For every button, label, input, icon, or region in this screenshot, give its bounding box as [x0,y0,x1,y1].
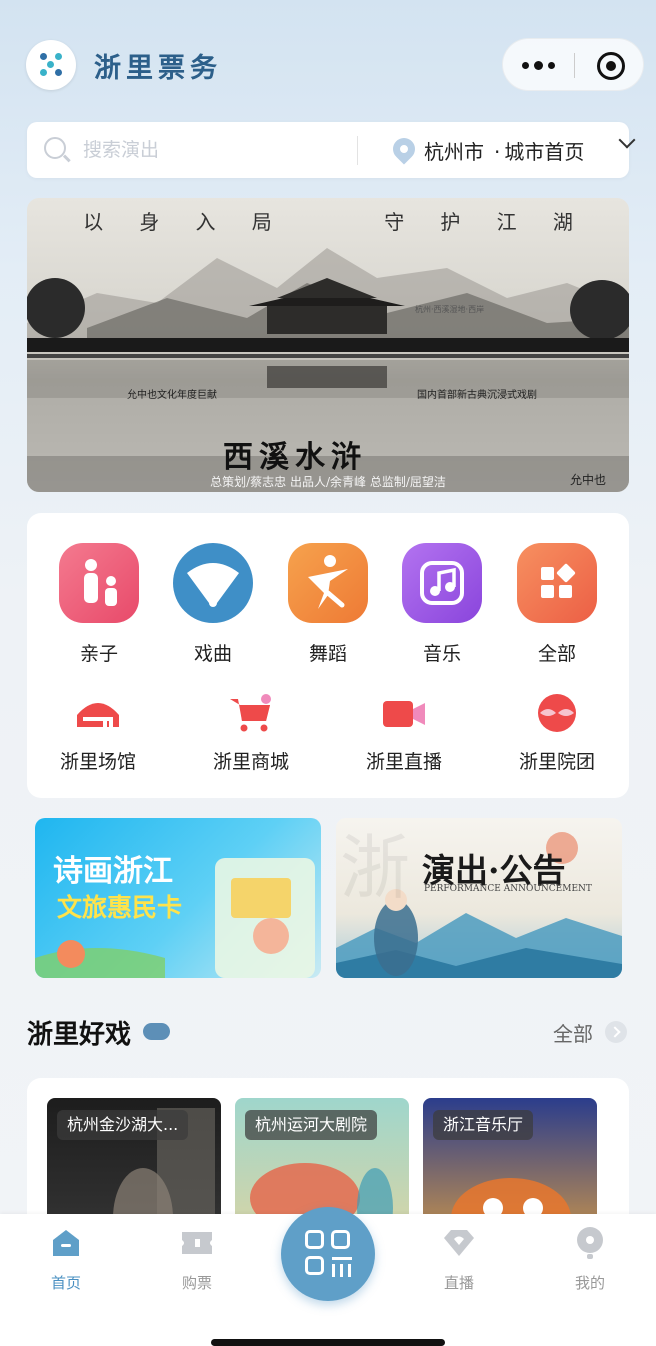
tab-live[interactable]: 直播 [419,1226,499,1293]
promo-title: 诗画浙江 [53,854,173,889]
chevron-down-icon[interactable] [618,131,636,149]
promo-subtitle: 文旅惠民卡 [57,893,183,922]
live-camera-icon [379,693,429,733]
all-grid-icon [517,543,597,623]
app-grid-icon [305,1230,324,1249]
section-more-link[interactable]: 全部 [553,1018,593,1047]
banner-show-title: 西溪水浒 [223,440,367,475]
parent-child-icon [59,543,139,623]
chevron-right-icon[interactable] [605,1021,627,1043]
category-all[interactable]: 全部 [507,543,607,666]
header: 浙里票务 [0,0,656,120]
home-icon [49,1226,83,1260]
venue-name: 杭州金沙湖大... [57,1110,189,1140]
category-label: 音乐 [422,643,461,665]
live-diamond-icon [442,1226,476,1260]
ticket-icon [180,1226,214,1260]
service-troupe[interactable]: 浙里院团 [487,693,627,774]
music-icon [402,543,482,623]
tab-label: 购票 [181,1274,212,1292]
venue-name: 杭州运河大剧院 [245,1110,378,1140]
city-name: 杭州市 [424,140,484,164]
venue-name: 浙江音乐厅 [433,1110,534,1140]
banner-subtitle-left: 允中也文化年度巨献 [127,390,217,401]
location-pin-icon [388,133,420,165]
tab-label: 我的 [574,1274,605,1292]
promo-announcement-card[interactable]: 浙 演出·公告 PERFORMANCE ANNOUNCEMENT [336,818,622,978]
category-label: 亲子 [79,643,118,665]
dance-icon [288,543,368,623]
more-menu-button[interactable] [503,39,573,92]
tab-label: 首页 [50,1274,81,1292]
tab-profile[interactable]: 我的 [550,1226,630,1293]
banner-credits: 总策划/蔡志忠 出品人/余青峰 总监制/屈望洁 [210,475,446,489]
category-label: 戏曲 [193,643,232,665]
search-icon [44,137,66,159]
hero-banner[interactable]: 以 身 入 局 守 护 江 湖 杭州·西溪湿地·西岸 允中也文化年度巨献 国内首… [27,198,629,492]
profile-icon [573,1226,607,1260]
service-mall[interactable]: 浙里商城 [181,693,321,774]
banner-subtitle-right: 国内首部新古典沉浸式戏剧 [417,390,537,401]
city-page-label: 城市首页 [504,140,585,164]
category-music[interactable]: 音乐 [392,543,492,666]
service-live[interactable]: 浙里直播 [334,693,474,774]
mini-program-capsule [502,38,644,91]
banner-motto: 以 身 入 局 守 护 江 湖 [83,210,573,234]
banner-location-tag: 杭州·西溪湿地·西岸 [415,305,485,314]
category-parent-child[interactable]: 亲子 [49,543,149,666]
category-label: 全部 [537,643,576,665]
tab-tickets[interactable]: 购票 [157,1226,237,1293]
service-label: 浙里院团 [518,751,595,773]
service-label: 浙里直播 [365,751,442,773]
opera-fan-icon [173,543,253,623]
close-program-button[interactable] [597,52,625,80]
service-label: 浙里场馆 [59,751,136,773]
service-venue[interactable]: 浙里场馆 [28,693,168,774]
shopping-cart-icon [226,693,276,733]
section-title: 浙里好戏 [27,1020,132,1050]
category-opera[interactable]: 戏曲 [163,543,263,666]
banner-brand-mark: 允中也 [570,473,607,487]
category-card: 亲子 戏曲 舞蹈 音乐 全部 浙里场馆 浙里商城 浙里直播 浙里院团 [27,513,629,798]
tab-home[interactable]: 首页 [26,1226,106,1293]
scan-center-button[interactable] [281,1207,375,1301]
promo-culture-card[interactable]: 诗画浙江 文旅惠民卡 [35,818,321,978]
target-icon [606,61,616,71]
app-brand-title: 浙里票务 [94,53,222,84]
tab-label: 直播 [443,1274,474,1292]
search-input[interactable] [83,136,363,164]
venue-icon [73,693,123,733]
promo-subtitle: PERFORMANCE ANNOUNCEMENT [424,884,592,894]
category-label: 舞蹈 [308,643,347,665]
section-accent-icon [143,1023,170,1040]
search-bar: 杭州市·城市首页 [27,122,636,178]
service-label: 浙里商城 [212,751,289,773]
home-indicator [211,1339,445,1346]
app-logo-icon [26,40,76,90]
city-selector[interactable]: 杭州市 · 城市首页 [424,136,584,165]
more-dots-icon [521,62,529,69]
troupe-mask-icon [532,693,582,733]
category-dance[interactable]: 舞蹈 [278,543,378,666]
